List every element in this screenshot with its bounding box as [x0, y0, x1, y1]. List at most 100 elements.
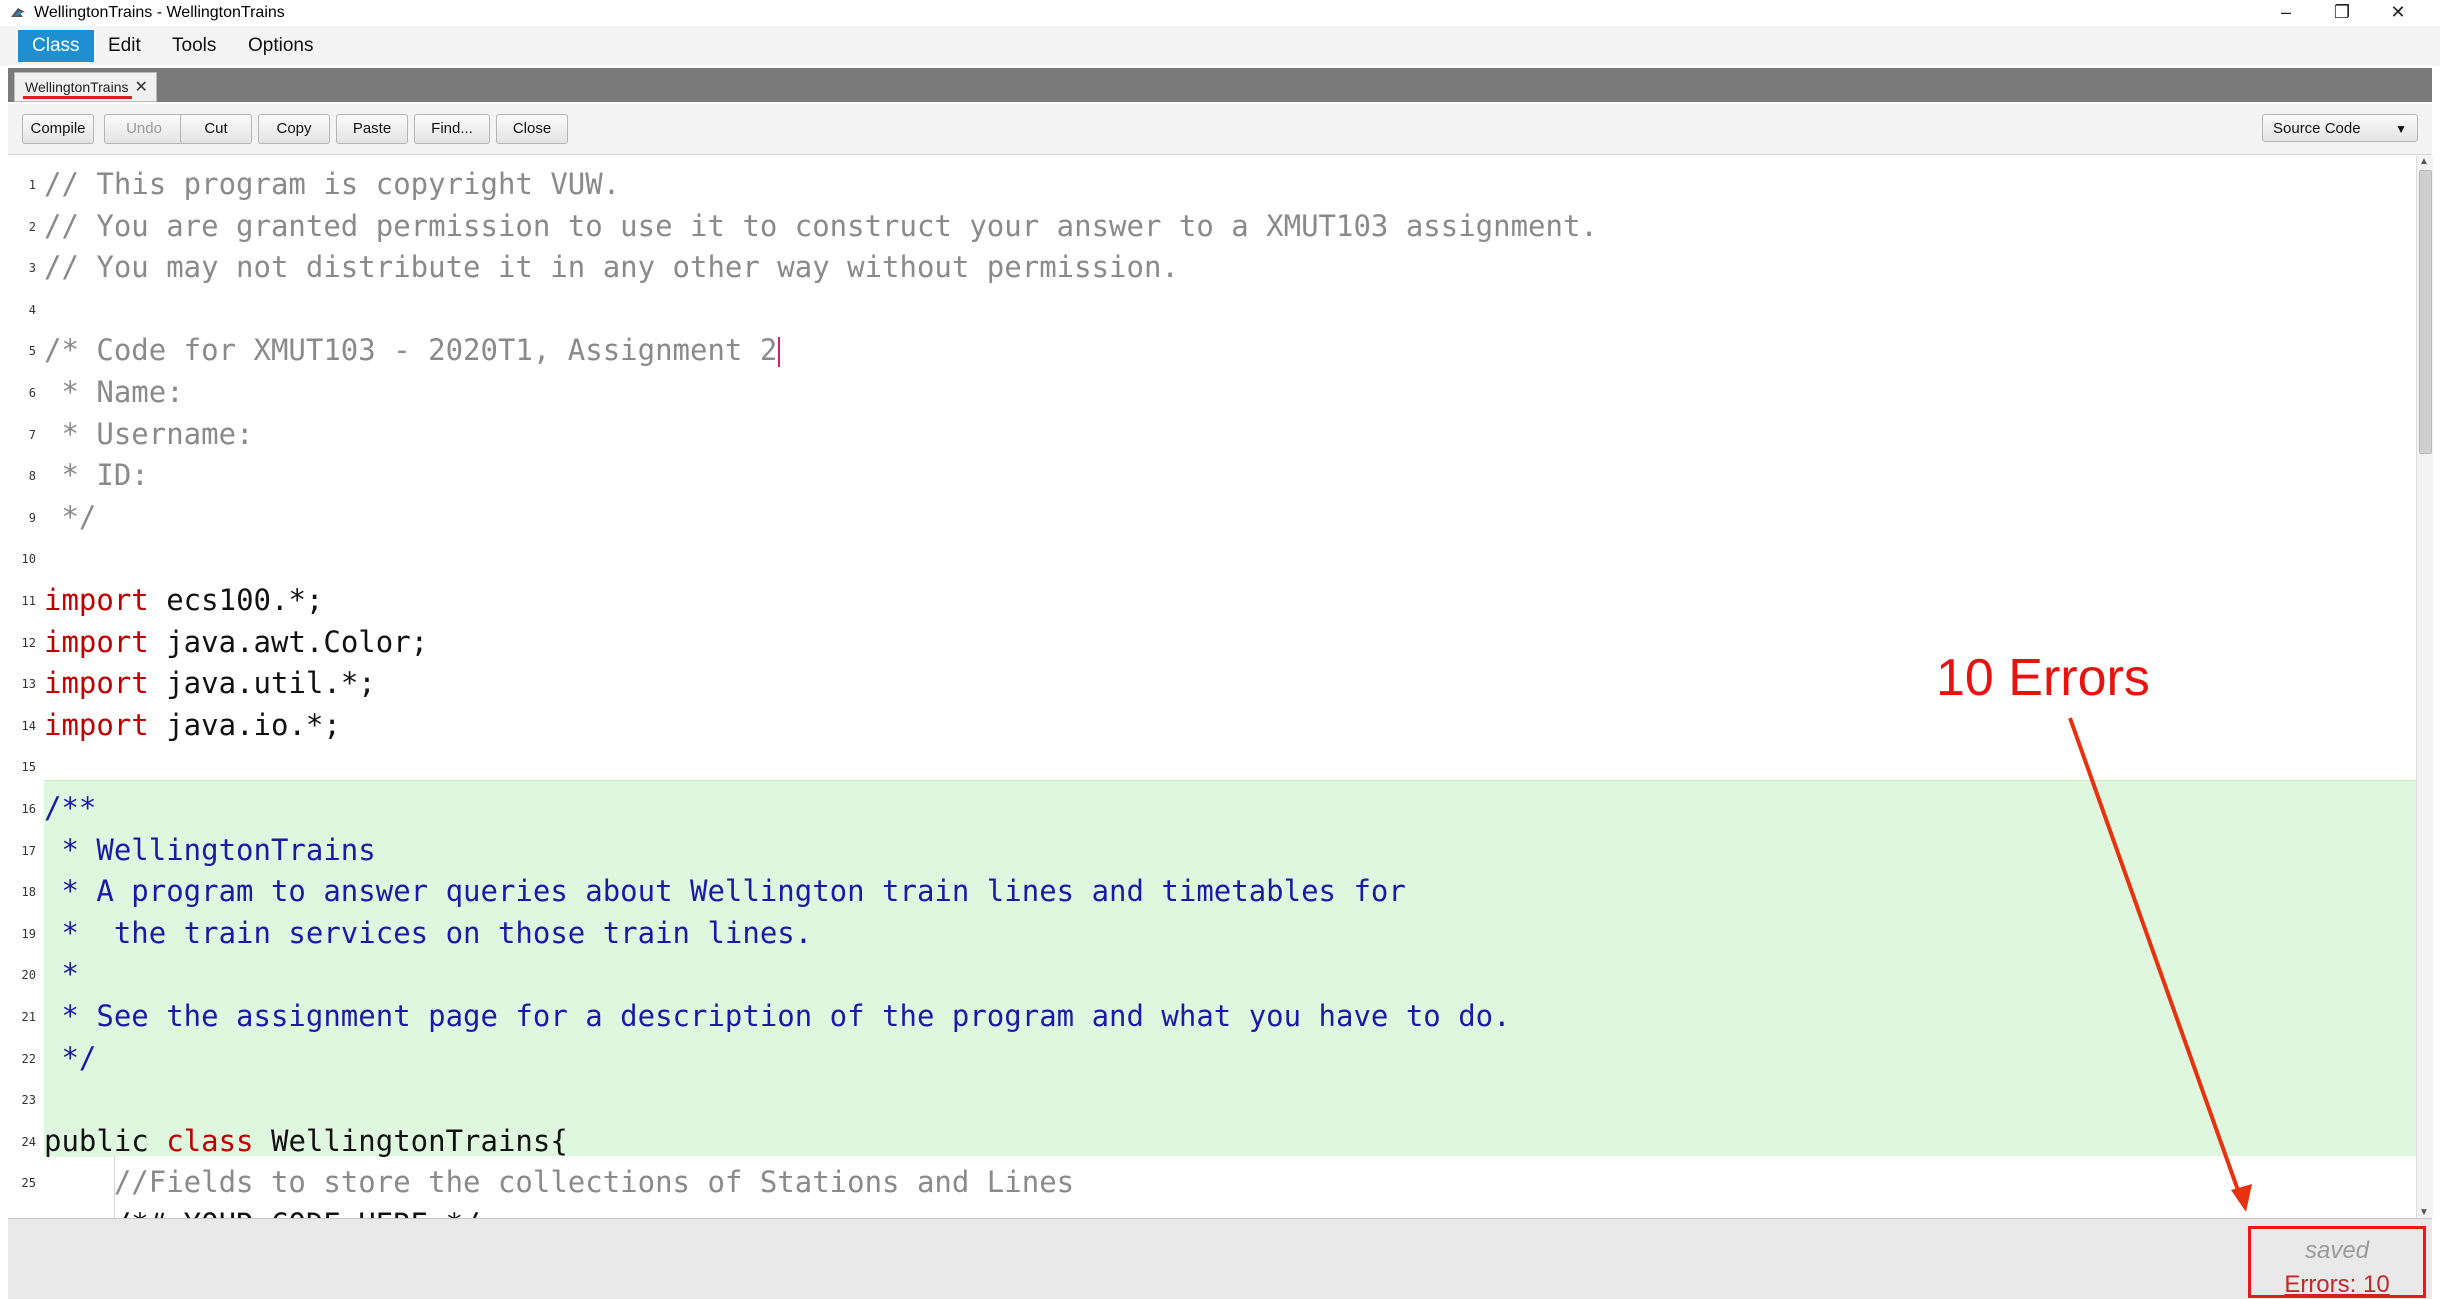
code-content: /**	[44, 791, 97, 825]
line-number: 22	[21, 1051, 36, 1066]
code-line[interactable]: 11 import ecs100.*;	[8, 580, 2416, 621]
line-number: 9	[28, 510, 36, 525]
code-line[interactable]: 21 * See the assignment page for a descr…	[8, 996, 2416, 1037]
line-number: 21	[21, 1010, 36, 1024]
line-number: 10	[21, 552, 36, 567]
code-text: /**	[44, 790, 96, 826]
code-text: */	[44, 499, 96, 535]
menu-edit[interactable]: Edit	[94, 30, 155, 62]
line-number: 3	[28, 261, 36, 276]
code-line[interactable]: 24 public class WellingtonTrains{	[8, 1121, 2416, 1162]
code-line[interactable]: 5 /* Code for XMUT103 - 2020T1, Assignmen…	[8, 330, 2416, 371]
code-line[interactable]: 22 */	[8, 1038, 2416, 1079]
line-number: 14	[21, 718, 36, 733]
code-line[interactable]: 23	[8, 1079, 2416, 1120]
code-line[interactable]: 15	[8, 746, 2416, 787]
code-content: ecs100.*;	[148, 583, 324, 617]
code-text: *	[44, 956, 78, 992]
tab-wellingtontrains[interactable]: WellingtonTrains ✕	[14, 72, 157, 102]
code-keyword: import	[44, 583, 149, 617]
cut-button[interactable]: Cut	[180, 114, 252, 144]
restore-button[interactable]: ❐	[2316, 0, 2368, 26]
find-button[interactable]: Find...	[414, 114, 490, 144]
code-line[interactable]: 1 // This program is copyright VUW.	[8, 164, 2416, 205]
view-select-value: Source Code	[2273, 120, 2361, 137]
bluej-bird-icon	[11, 8, 25, 17]
scroll-up-icon[interactable]: ▲	[2419, 156, 2429, 167]
code-content: * Name:	[44, 375, 184, 409]
code-prefix: public	[44, 1123, 167, 1158]
paste-button[interactable]: Paste	[336, 114, 408, 144]
code-line[interactable]: 3 // You may not distribute it in any oth…	[8, 247, 2416, 288]
menu-options[interactable]: Options	[234, 30, 327, 62]
minimize-button[interactable]: –	[2260, 0, 2312, 26]
code-text: * WellingtonTrains	[44, 832, 376, 868]
menu-tools[interactable]: Tools	[158, 30, 230, 62]
scrollbar-thumb[interactable]	[2419, 170, 2432, 454]
copy-button[interactable]: Copy	[258, 114, 330, 144]
code-content: // You may not distribute it in any othe…	[44, 250, 1179, 285]
code-content: // You are granted permission to use it …	[44, 208, 1598, 243]
code-text: * See the assignment page for a descript…	[44, 998, 1511, 1034]
code-content: * See the assignment page for a descript…	[44, 999, 1511, 1033]
code-keyword: import	[44, 707, 149, 742]
code-content: * the train services on those train line…	[44, 915, 813, 950]
code-text: public class WellingtonTrains{	[44, 1123, 568, 1159]
editor-scrollbar[interactable]: ▲ ▼	[2416, 156, 2433, 1218]
code-line[interactable]: 26 /*# YOUR CODE HERE */	[8, 1204, 2416, 1218]
code-line[interactable]: 20 *	[8, 954, 2416, 995]
code-line[interactable]: 18 * A program to answer queries about W…	[8, 871, 2416, 912]
code-line[interactable]: 9 */	[8, 497, 2416, 538]
saved-status: saved	[2304, 1237, 2370, 1264]
code-text: import ecs100.*;	[44, 582, 323, 618]
code-text: * Username:	[44, 416, 253, 452]
code-text: // You may not distribute it in any othe…	[44, 249, 1179, 285]
code-text: /* Code for XMUT103 - 2020T1, Assignment…	[44, 332, 781, 368]
close-window-button[interactable]: ✕	[2372, 0, 2424, 26]
code-line[interactable]: 8 * ID:	[8, 455, 2416, 496]
code-line[interactable]: 4	[8, 289, 2416, 330]
code-line[interactable]: 25 //Fields to store the collections of …	[8, 1162, 2416, 1203]
code-line[interactable]: 14 import java.io.*;	[8, 705, 2416, 746]
code-content: WellingtonTrains{	[253, 1123, 568, 1158]
line-number: 23	[21, 1093, 36, 1108]
text-cursor	[778, 337, 781, 368]
compile-button[interactable]: Compile	[22, 114, 94, 144]
line-number: 25	[21, 1176, 36, 1191]
line-number: 1	[28, 178, 36, 192]
line-number: 12	[21, 635, 36, 650]
code-text: /*# YOUR CODE HERE */	[44, 1206, 481, 1218]
code-line[interactable]: 10	[8, 538, 2416, 579]
code-line[interactable]: 2 // You are granted permission to use it…	[8, 206, 2416, 247]
scroll-down-icon[interactable]: ▼	[2419, 1207, 2429, 1218]
code-content: /* Code for XMUT103 - 2020T1, Assignment…	[44, 333, 778, 368]
line-number: 7	[28, 427, 36, 442]
code-line[interactable]: 17 * WellingtonTrains	[8, 830, 2416, 871]
chevron-down-icon: ▼	[2395, 122, 2407, 136]
undo-button[interactable]: Undo	[104, 114, 184, 144]
menu-class[interactable]: Class	[18, 30, 94, 62]
code-line[interactable]: 16 /**	[8, 788, 2416, 829]
code-line[interactable]: 19 * the train services on those train l…	[8, 913, 2416, 954]
code-line[interactable]: 7 * Username:	[8, 414, 2416, 455]
code-keyword: import	[44, 624, 149, 659]
line-number: 5	[28, 344, 36, 359]
view-select[interactable]: Source Code ▼	[2262, 114, 2418, 142]
line-number: 24	[21, 1134, 36, 1149]
code-text: //Fields to store the collections of Sta…	[44, 1164, 1074, 1200]
code-text: import java.io.*;	[44, 707, 341, 743]
code-text: * Name:	[44, 374, 184, 410]
code-content: * ID:	[44, 458, 149, 493]
code-line[interactable]: 6 * Name:	[8, 372, 2416, 413]
title-bar: WellingtonTrains - WellingtonTrains – ❐ …	[0, 0, 2440, 26]
close-tab-icon[interactable]: ✕	[135, 74, 148, 102]
status-bar	[8, 1218, 2432, 1299]
close-button[interactable]: Close	[496, 114, 568, 144]
line-number: 2	[28, 219, 36, 234]
line-number: 13	[21, 677, 36, 692]
code-text: import java.util.*;	[44, 665, 376, 701]
line-number: 16	[21, 802, 36, 816]
errors-link[interactable]: Errors: 10	[2251, 1271, 2423, 1299]
code-content: * WellingtonTrains	[44, 832, 376, 867]
code-content: */	[44, 499, 97, 534]
